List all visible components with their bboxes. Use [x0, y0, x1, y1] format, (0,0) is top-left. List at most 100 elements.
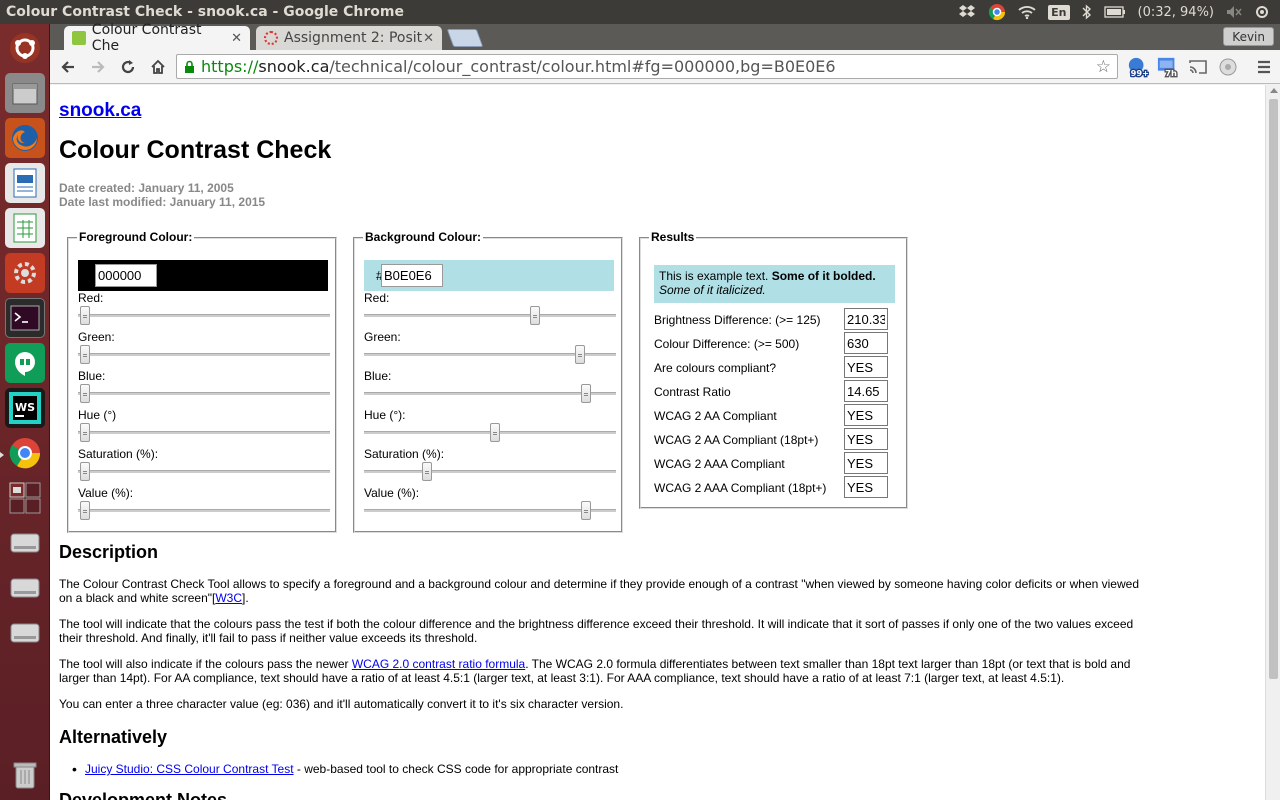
trash-icon[interactable]: [5, 754, 45, 794]
foreground-hex-input[interactable]: [95, 264, 157, 287]
close-tab-icon[interactable]: ✕: [231, 31, 242, 46]
volume-muted-icon[interactable]: [1226, 5, 1242, 19]
wcag-aa-large-field[interactable]: [844, 428, 888, 450]
brightness-difference-field[interactable]: [844, 308, 888, 330]
svg-text:WS: WS: [15, 401, 35, 414]
results-legend: Results: [649, 230, 697, 244]
fg-hue-track[interactable]: [78, 431, 330, 434]
terminal-icon[interactable]: [5, 298, 45, 338]
bg-red-slider-thumb[interactable]: [530, 306, 541, 325]
wcag-aaa-field[interactable]: [844, 452, 888, 474]
bg-blue-slider-thumb[interactable]: [580, 384, 591, 403]
chrome-launcher-icon[interactable]: [5, 433, 45, 473]
url-scheme: https://: [201, 57, 259, 76]
bg-saturation-slider-thumb[interactable]: [421, 462, 432, 481]
chrome-tray-icon[interactable]: [988, 3, 1006, 21]
fg-saturation-track[interactable]: [78, 470, 330, 473]
reload-button[interactable]: [114, 53, 142, 81]
site-home-link[interactable]: snook.ca: [59, 100, 141, 122]
libreoffice-calc-icon[interactable]: [5, 208, 45, 248]
webstorm-icon[interactable]: WS: [5, 388, 45, 428]
fg-blue-track[interactable]: [78, 392, 330, 395]
wifi-icon[interactable]: [1018, 5, 1036, 19]
bg-value-track[interactable]: [364, 509, 616, 512]
bg-hue-label: Hue (°):: [364, 408, 406, 422]
tab-colour-contrast[interactable]: Colour Contrast Che ✕: [64, 22, 250, 54]
page-scrollbar[interactable]: [1265, 85, 1280, 800]
cast-icon[interactable]: [1187, 56, 1209, 78]
juicy-studio-link[interactable]: Juicy Studio: CSS Colour Contrast Test: [85, 762, 294, 776]
bg-red-label: Red:: [364, 291, 390, 305]
files-icon[interactable]: [5, 73, 45, 113]
compliant-field[interactable]: [844, 356, 888, 378]
fg-hue-slider-thumb[interactable]: [80, 423, 90, 442]
wcag-formula-link[interactable]: WCAG 2.0 contrast ratio formula: [352, 657, 525, 671]
bg-value-slider-thumb[interactable]: [580, 501, 591, 520]
new-tab-button[interactable]: [446, 29, 484, 47]
drive-icon-2[interactable]: [5, 568, 45, 608]
fg-blue-label: Blue:: [78, 369, 106, 383]
fg-green-track[interactable]: [78, 353, 330, 356]
system-settings-icon[interactable]: [5, 253, 45, 293]
wcag-aa-field[interactable]: [844, 404, 888, 426]
bg-green-slider-thumb[interactable]: [574, 345, 585, 364]
page-title: Colour Contrast Check: [59, 136, 332, 164]
unity-launcher: WS: [0, 24, 50, 800]
scroll-up-arrow-icon[interactable]: [1270, 88, 1278, 93]
ubuntu-dash-icon[interactable]: [5, 28, 45, 68]
workspace-switcher-icon[interactable]: [5, 478, 45, 518]
home-button[interactable]: [144, 53, 172, 81]
extension-grey-icon[interactable]: [1217, 56, 1239, 78]
description-paragraph-1: The Colour Contrast Check Tool allows to…: [59, 577, 1139, 605]
bg-saturation-track[interactable]: [364, 470, 616, 473]
contrast-ratio-field[interactable]: [844, 380, 888, 402]
fg-red-slider-thumb[interactable]: [80, 306, 90, 325]
background-legend: Background Colour:: [363, 230, 483, 244]
address-bar[interactable]: https://snook.ca/technical/colour_contra…: [176, 54, 1118, 79]
fg-blue-slider-thumb[interactable]: [80, 384, 90, 403]
alternatively-heading: Alternatively: [59, 727, 168, 747]
system-tray: En (0:32, 94%): [958, 3, 1280, 21]
drive-icon-1[interactable]: [5, 523, 45, 563]
firefox-icon[interactable]: [5, 118, 45, 158]
power-gear-icon[interactable]: [1254, 4, 1270, 20]
back-button[interactable]: [54, 53, 82, 81]
forward-button[interactable]: [84, 53, 112, 81]
description-paragraph-4: You can enter a three character value (e…: [59, 697, 624, 711]
bg-green-label: Green:: [364, 330, 401, 344]
loading-spinner-icon: [264, 31, 278, 45]
fg-value-slider-thumb[interactable]: [80, 501, 90, 520]
drive-icon-3[interactable]: [5, 613, 45, 653]
fg-green-slider-thumb[interactable]: [80, 345, 90, 364]
browser-tab-strip: Colour Contrast Che ✕ Assignment 2: Posi…: [50, 22, 1280, 54]
extension-calendar-icon[interactable]: 7h: [1157, 56, 1179, 79]
dropbox-icon[interactable]: [958, 4, 976, 20]
scrollbar-thumb[interactable]: [1269, 99, 1278, 679]
w3c-link[interactable]: W3C: [215, 591, 242, 605]
tab-label: Assignment 2: Posit: [284, 30, 423, 46]
keyboard-layout-indicator[interactable]: En: [1048, 4, 1070, 20]
tab-assignment[interactable]: Assignment 2: Posit ✕: [256, 26, 442, 50]
bookmark-star-icon[interactable]: ☆: [1096, 57, 1111, 77]
fg-saturation-slider-thumb[interactable]: [80, 462, 90, 481]
fg-red-track[interactable]: [78, 314, 330, 317]
extension-phone-icon[interactable]: 99+: [1127, 56, 1149, 79]
battery-icon[interactable]: [1103, 6, 1126, 18]
hangouts-icon[interactable]: [5, 343, 45, 383]
fg-value-track[interactable]: [78, 509, 330, 512]
bg-red-track[interactable]: [364, 314, 616, 317]
background-colour-panel: Background Colour: # Red: Green: Blue: H…: [353, 230, 623, 533]
bg-blue-track[interactable]: [364, 392, 616, 395]
close-tab-icon[interactable]: ✕: [423, 31, 434, 46]
colour-difference-field[interactable]: [844, 332, 888, 354]
wcag-aaa-large-field[interactable]: [844, 476, 888, 498]
bg-hue-slider-thumb[interactable]: [489, 423, 500, 442]
profile-button[interactable]: Kevin: [1223, 27, 1274, 46]
chrome-menu-icon[interactable]: [1253, 56, 1275, 78]
fg-green-label: Green:: [78, 330, 115, 344]
bluetooth-icon[interactable]: [1082, 4, 1092, 20]
paragraph-text: The tool will also indicate if the colou…: [59, 657, 352, 671]
background-hex-input[interactable]: [381, 264, 443, 287]
result-label: WCAG 2 AAA Compliant (18pt+): [654, 481, 827, 495]
libreoffice-writer-icon[interactable]: [5, 163, 45, 203]
